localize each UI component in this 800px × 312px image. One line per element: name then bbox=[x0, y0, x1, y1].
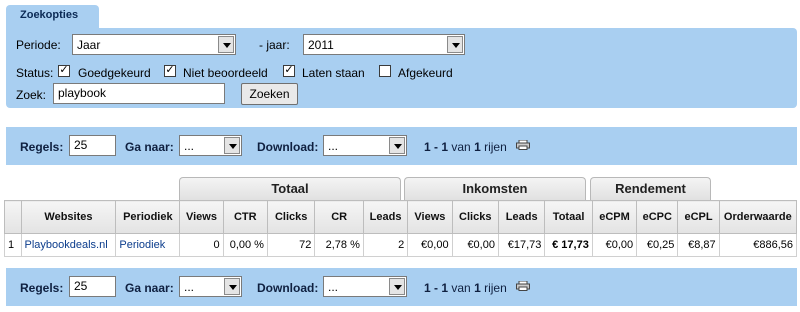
chevron-down-icon[interactable] bbox=[224, 278, 240, 295]
status-checkbox-goedgekeurd[interactable]: ✓ bbox=[58, 65, 70, 77]
download-select[interactable]: ... bbox=[323, 276, 407, 297]
year-select-value: 2011 bbox=[308, 38, 334, 52]
stats-table: Websites Periodiek Views CTR Clicks CR L… bbox=[4, 200, 798, 257]
col-ecpm[interactable]: eCPM bbox=[591, 200, 638, 234]
download-label: Download: bbox=[257, 281, 319, 295]
row-total: 1 bbox=[474, 281, 481, 295]
col-ecpl[interactable]: eCPL bbox=[677, 200, 720, 234]
download-label: Download: bbox=[257, 140, 319, 154]
goto-select-value: ... bbox=[184, 280, 195, 294]
search-button[interactable]: Zoeken bbox=[241, 83, 298, 105]
group-header-rendement: Rendement bbox=[590, 177, 711, 200]
cell-clicks: 72 bbox=[266, 233, 316, 257]
chevron-down-icon[interactable] bbox=[389, 278, 405, 295]
row-unit: rijen bbox=[484, 281, 507, 295]
col-ink-leads[interactable]: Leads bbox=[497, 200, 546, 234]
status-checkbox-afgekeurd[interactable] bbox=[379, 65, 391, 77]
cell-ecpm: €0,00 bbox=[591, 233, 638, 257]
col-ink-clicks[interactable]: Clicks bbox=[451, 200, 499, 234]
rows-label: Regels: bbox=[20, 140, 64, 154]
cell-ink-clicks: €0,00 bbox=[451, 233, 499, 257]
cell-ecpc: €0,25 bbox=[636, 233, 679, 257]
rows-input[interactable]: 25 bbox=[69, 135, 116, 156]
col-ctr[interactable]: CTR bbox=[222, 200, 268, 234]
search-input[interactable]: playbook bbox=[53, 83, 225, 104]
table-row: 1 Playbookdeals.nl Periodiek 0 0,00 % 72… bbox=[4, 233, 798, 257]
col-websites[interactable]: Websites bbox=[20, 200, 117, 234]
row-total: 1 bbox=[474, 140, 481, 154]
search-label: Zoek: bbox=[16, 88, 47, 102]
cell-ctr: 0,00 % bbox=[222, 233, 268, 257]
row-range: 1 - 1 bbox=[424, 140, 449, 154]
period-select[interactable]: Jaar bbox=[72, 34, 236, 55]
goto-label: Ga naar: bbox=[125, 281, 174, 295]
status-checkbox-niet-beoordeeld[interactable]: ✓ bbox=[164, 65, 176, 77]
status-label: Status: bbox=[16, 66, 54, 80]
col-index bbox=[4, 200, 22, 234]
status-label-laten-staan: Laten staan bbox=[302, 66, 365, 80]
tab-zoekopties[interactable]: Zoekopties bbox=[6, 5, 99, 29]
rows-input[interactable]: 25 bbox=[69, 276, 116, 297]
printer-icon[interactable] bbox=[516, 140, 530, 150]
cell-orderwaarde: €886,56 bbox=[718, 233, 798, 257]
status-label-niet-beoordeeld: Niet beoordeeld bbox=[183, 66, 268, 80]
website-link[interactable]: Playbookdeals.nl bbox=[25, 239, 108, 251]
row-of: van bbox=[451, 140, 471, 154]
cell-ink-totaal: € 17,73 bbox=[544, 233, 593, 257]
col-ink-views[interactable]: Views bbox=[407, 200, 453, 234]
pager-bottom: Regels: 25 Ga naar: ... Download: ... 1 … bbox=[6, 268, 797, 306]
printer-icon[interactable] bbox=[516, 281, 530, 291]
status-checkbox-laten-staan[interactable]: ✓ bbox=[283, 65, 295, 77]
col-ink-totaal[interactable]: Totaal bbox=[544, 200, 593, 234]
period-select-value: Jaar bbox=[77, 38, 101, 52]
col-leads[interactable]: Leads bbox=[362, 200, 409, 234]
cell-leads: 2 bbox=[362, 233, 409, 257]
row-count: 1 - 1 van 1 rijen bbox=[424, 140, 507, 154]
search-options-panel: Periode: Jaar - jaar: 2011 Status: ✓ Goe… bbox=[6, 28, 797, 108]
row-count: 1 - 1 van 1 rijen bbox=[424, 281, 507, 295]
row-of: van bbox=[451, 281, 471, 295]
col-clicks[interactable]: Clicks bbox=[266, 200, 316, 234]
goto-select-value: ... bbox=[184, 139, 195, 153]
col-cr[interactable]: CR bbox=[314, 200, 364, 234]
row-range: 1 - 1 bbox=[424, 281, 449, 295]
download-select[interactable]: ... bbox=[323, 135, 407, 156]
rows-label: Regels: bbox=[20, 281, 64, 295]
cell-views: 0 bbox=[179, 233, 224, 257]
col-orderwaarde[interactable]: Orderwaarde bbox=[718, 200, 798, 234]
year-label: - jaar: bbox=[259, 38, 290, 52]
chevron-down-icon[interactable] bbox=[447, 36, 463, 53]
cell-ink-leads: €17,73 bbox=[497, 233, 546, 257]
cell-website: Playbookdeals.nl bbox=[20, 233, 117, 257]
table-header-row: Websites Periodiek Views CTR Clicks CR L… bbox=[4, 200, 798, 234]
cell-periodiek: Periodiek bbox=[115, 233, 181, 257]
cell-ink-views: €0,00 bbox=[407, 233, 453, 257]
group-header-totaal: Totaal bbox=[179, 177, 401, 200]
chevron-down-icon[interactable] bbox=[218, 36, 234, 53]
periodiek-link[interactable]: Periodiek bbox=[119, 239, 165, 251]
col-ecpc[interactable]: eCPC bbox=[636, 200, 679, 234]
goto-select[interactable]: ... bbox=[179, 135, 242, 156]
status-label-goedgekeurd: Goedgekeurd bbox=[78, 66, 151, 80]
chevron-down-icon[interactable] bbox=[224, 137, 240, 154]
pager-top: Regels: 25 Ga naar: ... Download: ... 1 … bbox=[6, 127, 797, 165]
download-select-value: ... bbox=[328, 280, 339, 294]
period-label: Periode: bbox=[16, 38, 61, 52]
download-select-value: ... bbox=[328, 139, 339, 153]
cell-ecpl: €8,87 bbox=[677, 233, 720, 257]
chevron-down-icon[interactable] bbox=[389, 137, 405, 154]
col-views[interactable]: Views bbox=[179, 200, 224, 234]
year-select[interactable]: 2011 bbox=[303, 34, 465, 55]
group-header-inkomsten: Inkomsten bbox=[404, 177, 586, 200]
goto-label: Ga naar: bbox=[125, 140, 174, 154]
cell-cr: 2,78 % bbox=[314, 233, 364, 257]
row-unit: rijen bbox=[484, 140, 507, 154]
goto-select[interactable]: ... bbox=[179, 276, 242, 297]
col-periodiek[interactable]: Periodiek bbox=[115, 200, 181, 234]
cell-index: 1 bbox=[4, 233, 22, 257]
status-label-afgekeurd: Afgekeurd bbox=[398, 66, 453, 80]
